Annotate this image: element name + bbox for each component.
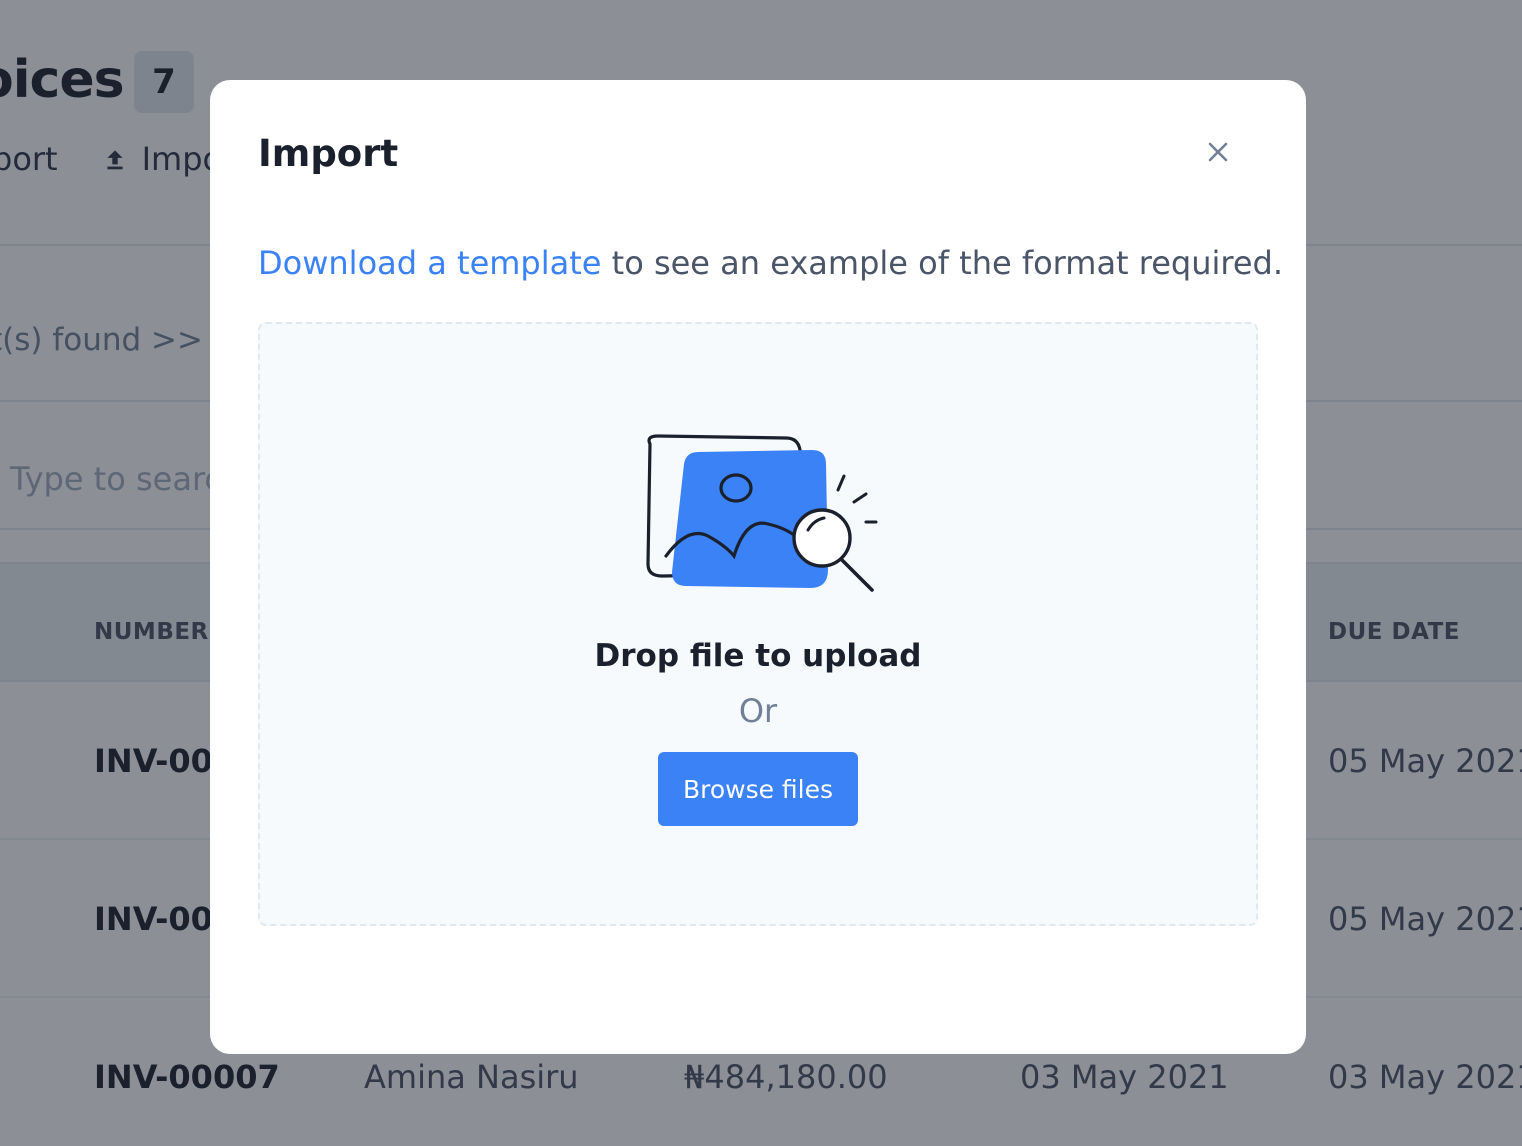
drop-title: Drop file to upload xyxy=(594,638,922,674)
close-icon xyxy=(1208,142,1228,162)
import-modal: Import Download a template to see an exa… xyxy=(210,80,1306,1054)
template-help-text: Download a template to see an example of… xyxy=(258,244,1283,282)
download-template-link[interactable]: Download a template xyxy=(258,244,601,282)
close-button[interactable] xyxy=(1202,136,1234,168)
browse-files-button[interactable]: Browse files xyxy=(658,752,858,826)
template-help-suffix: to see an example of the format required… xyxy=(601,244,1284,282)
file-dropzone[interactable]: Drop file to upload Or Browse files xyxy=(258,322,1258,926)
modal-title: Import xyxy=(258,132,399,175)
or-separator: Or xyxy=(738,692,778,730)
image-search-illustration-icon xyxy=(646,434,878,592)
